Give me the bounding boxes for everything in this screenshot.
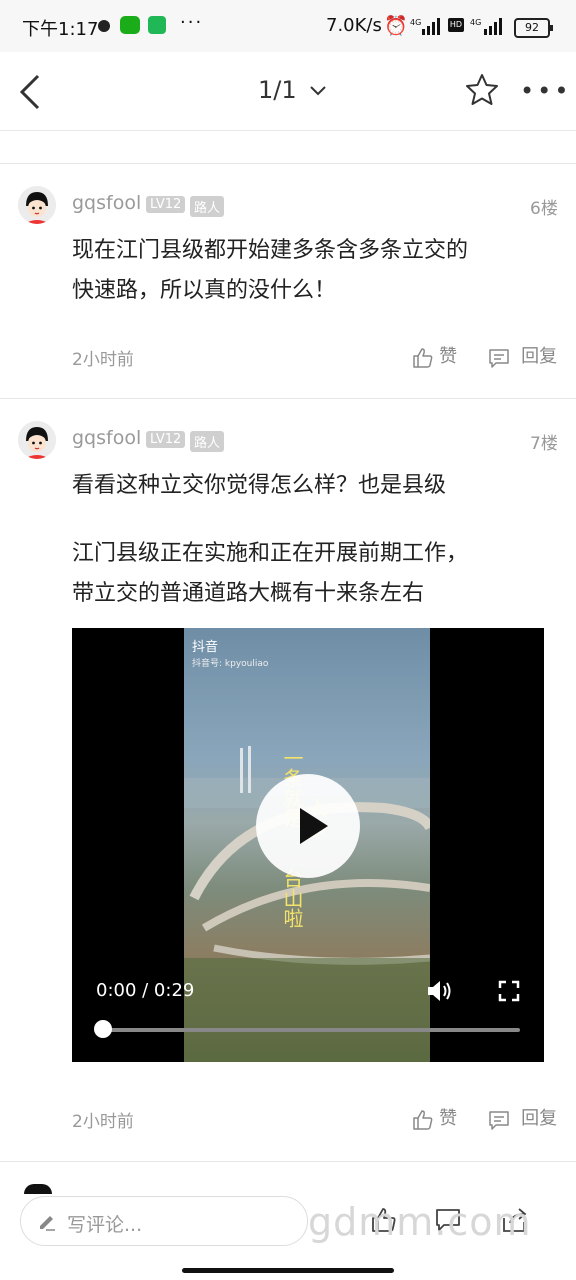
next-avatar-peek xyxy=(24,1184,52,1194)
level-badge: LV12 xyxy=(146,196,186,213)
like-button[interactable]: 赞 xyxy=(412,1104,457,1131)
post-time: 2小时前 xyxy=(72,1112,134,1132)
username[interactable]: gqsfool xyxy=(72,192,141,214)
play-icon xyxy=(300,808,328,844)
avatar[interactable] xyxy=(18,186,56,224)
video-progress-bar[interactable] xyxy=(96,1028,520,1032)
more-notifications-icon: ··· xyxy=(180,12,204,33)
post-text-blank-line xyxy=(72,506,552,534)
page-indicator-label: 1/1 xyxy=(258,76,297,104)
network-speed: 7.0K/s xyxy=(326,15,382,36)
thumbs-up-icon xyxy=(413,1109,433,1130)
more-options-icon[interactable]: ••• xyxy=(520,79,571,103)
post-content: 现在江门县级都开始建多条含多条立交的 快速路，所以真的没什么！ xyxy=(72,231,552,311)
signal-4g-icon: 4G xyxy=(410,18,440,35)
alarm-icon: ⏰ xyxy=(384,15,408,37)
post-text-line: 快速路，所以真的没什么！ xyxy=(72,278,337,303)
status-bar: 下午1:17 ··· 7.0K/s ⏰ 4G HD 4G 92 xyxy=(0,0,576,52)
post-text-line: 江门县级正在实施和正在开展前期工作， xyxy=(72,541,469,566)
battery-icon: 92 xyxy=(514,18,553,38)
video-time: 0:00 / 0:29 xyxy=(96,980,195,1001)
fullscreen-icon[interactable] xyxy=(498,980,520,1002)
thumbs-up-icon xyxy=(413,347,433,368)
post-content: 看看这种立交你觉得怎么样？也是县级 江门县级正在实施和正在开展前期工作， 带立交… xyxy=(72,466,552,614)
post-floor-6: gqsfool LV12 路人 6楼 现在江门县级都开始建多条含多条立交的 快速… xyxy=(0,164,576,398)
bottom-bar: 写评论... gdmm.com xyxy=(0,1180,576,1280)
pencil-icon xyxy=(40,1216,55,1231)
watermark: gdmm.com xyxy=(308,1200,532,1244)
svg-text:4G: 4G xyxy=(410,18,421,27)
status-time: 下午1:17 xyxy=(22,19,99,40)
like-button[interactable]: 赞 xyxy=(412,342,457,369)
reply-button[interactable]: 回复 xyxy=(488,342,557,369)
floor-number: 7楼 xyxy=(530,434,558,454)
avatar-face-icon xyxy=(18,421,56,459)
top-navigation-bar: 1/1 ••• xyxy=(0,52,576,131)
comment-input[interactable]: 写评论... xyxy=(20,1196,308,1246)
reply-label: 回复 xyxy=(521,346,558,367)
avatar-face-icon xyxy=(18,186,56,224)
volume-icon[interactable] xyxy=(426,978,454,1004)
like-label: 赞 xyxy=(439,1108,458,1129)
app-notification-icon xyxy=(148,16,166,34)
home-indicator[interactable] xyxy=(182,1268,394,1273)
play-button[interactable] xyxy=(256,774,360,878)
avatar[interactable] xyxy=(18,421,56,459)
comment-placeholder: 写评论... xyxy=(67,1214,143,1236)
hd-icon: HD xyxy=(448,18,464,32)
floor-number: 6楼 xyxy=(530,199,558,219)
back-arrow-icon[interactable] xyxy=(16,72,46,112)
post-text-line: 看看这种立交你觉得怎么样？也是县级 xyxy=(72,473,447,498)
reply-bubble-icon xyxy=(489,1110,509,1130)
tiktok-account-id: 抖音号: kpyouliao xyxy=(192,659,269,669)
svg-text:4G: 4G xyxy=(470,18,481,27)
wechat-icon xyxy=(120,16,140,34)
reply-label: 回复 xyxy=(521,1108,558,1129)
tiktok-logo-text: 抖音 xyxy=(192,640,219,655)
post-time: 2小时前 xyxy=(72,350,134,370)
divider xyxy=(0,1161,576,1162)
role-badge: 路人 xyxy=(190,431,225,452)
chevron-down-icon xyxy=(310,86,326,96)
post-text-line: 现在江门县级都开始建多条含多条立交的 xyxy=(72,238,469,263)
reply-bubble-icon xyxy=(489,348,509,368)
reply-button[interactable]: 回复 xyxy=(488,1104,557,1131)
like-label: 赞 xyxy=(439,346,458,367)
post-text-line: 带立交的普通道路大概有十来条左右 xyxy=(72,581,425,606)
username[interactable]: gqsfool xyxy=(72,427,141,449)
video-progress-handle[interactable] xyxy=(94,1020,112,1038)
signal-4g-2-icon: 4G xyxy=(470,18,502,35)
role-badge: 路人 xyxy=(190,196,225,217)
level-badge: LV12 xyxy=(146,431,186,448)
notification-dot-icon xyxy=(98,20,110,32)
page-indicator-dropdown[interactable]: 1/1 xyxy=(258,76,328,104)
favorite-star-icon[interactable] xyxy=(464,72,500,108)
video-player[interactable]: 一条就是 人多 台山啦 抖音 抖音号: kpyouliao 0:00 / 0:2… xyxy=(72,628,544,1062)
